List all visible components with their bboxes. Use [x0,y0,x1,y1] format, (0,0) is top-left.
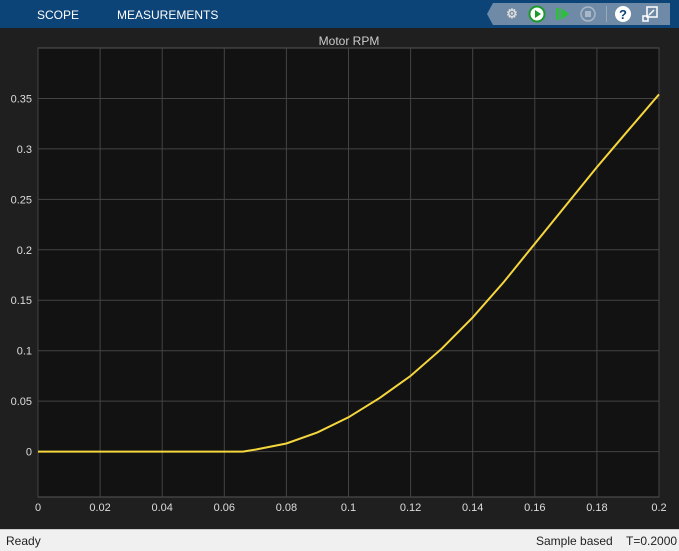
x-tick-label: 0.1 [341,502,356,514]
x-tick-label: 0.08 [276,502,297,514]
y-tick-label: 0.15 [11,295,32,307]
stop-icon[interactable] [579,5,597,23]
help-icon[interactable]: ? [615,6,631,22]
chart-title: Motor RPM [319,34,380,48]
y-tick-label: 0.25 [11,194,32,206]
run-icon[interactable] [528,5,546,23]
settings-icon[interactable]: ⚙ [503,5,521,23]
chart: Motor RPM 0 0.02 0.04 0.06 0.08 0.1 0.12 0.14 0.… [11,34,667,514]
y-tick-label: 0.05 [11,396,32,408]
x-tick-label: 0 [35,502,41,514]
quick-access-toolbar: ⚙ ? [487,3,670,25]
status-text: Ready [6,534,41,548]
sim-time: T=0.2000 [626,534,678,548]
x-tick-label: 0.16 [524,502,545,514]
undock-icon[interactable] [641,5,659,23]
x-tick-label: 0.02 [89,502,110,514]
x-tick-label: 0.14 [462,502,483,514]
status-bar: Ready Sample based T=0.2000 [0,529,679,551]
x-tick-label: 0.2 [651,502,666,514]
x-tick-label: 0.06 [214,502,235,514]
step-forward-icon[interactable] [553,5,571,23]
tab-scope[interactable]: SCOPE [37,8,79,22]
y-tick-label: 0.35 [11,93,32,105]
x-tick-label: 0.04 [151,502,172,514]
toolbar: SCOPE MEASUREMENTS ⚙ ? [0,0,679,28]
y-tick-label: 0 [26,447,32,459]
x-tick-label: 0.18 [586,502,607,514]
toolbar-divider [606,6,607,22]
tab-measurements[interactable]: MEASUREMENTS [117,8,218,22]
sample-mode: Sample based [536,534,613,548]
y-tick-label: 0.2 [17,245,32,257]
help-glyph: ? [619,6,627,22]
x-tick-label: 0.12 [400,502,421,514]
y-tick-label: 0.1 [17,346,32,358]
y-tick-label: 0.3 [17,144,32,156]
